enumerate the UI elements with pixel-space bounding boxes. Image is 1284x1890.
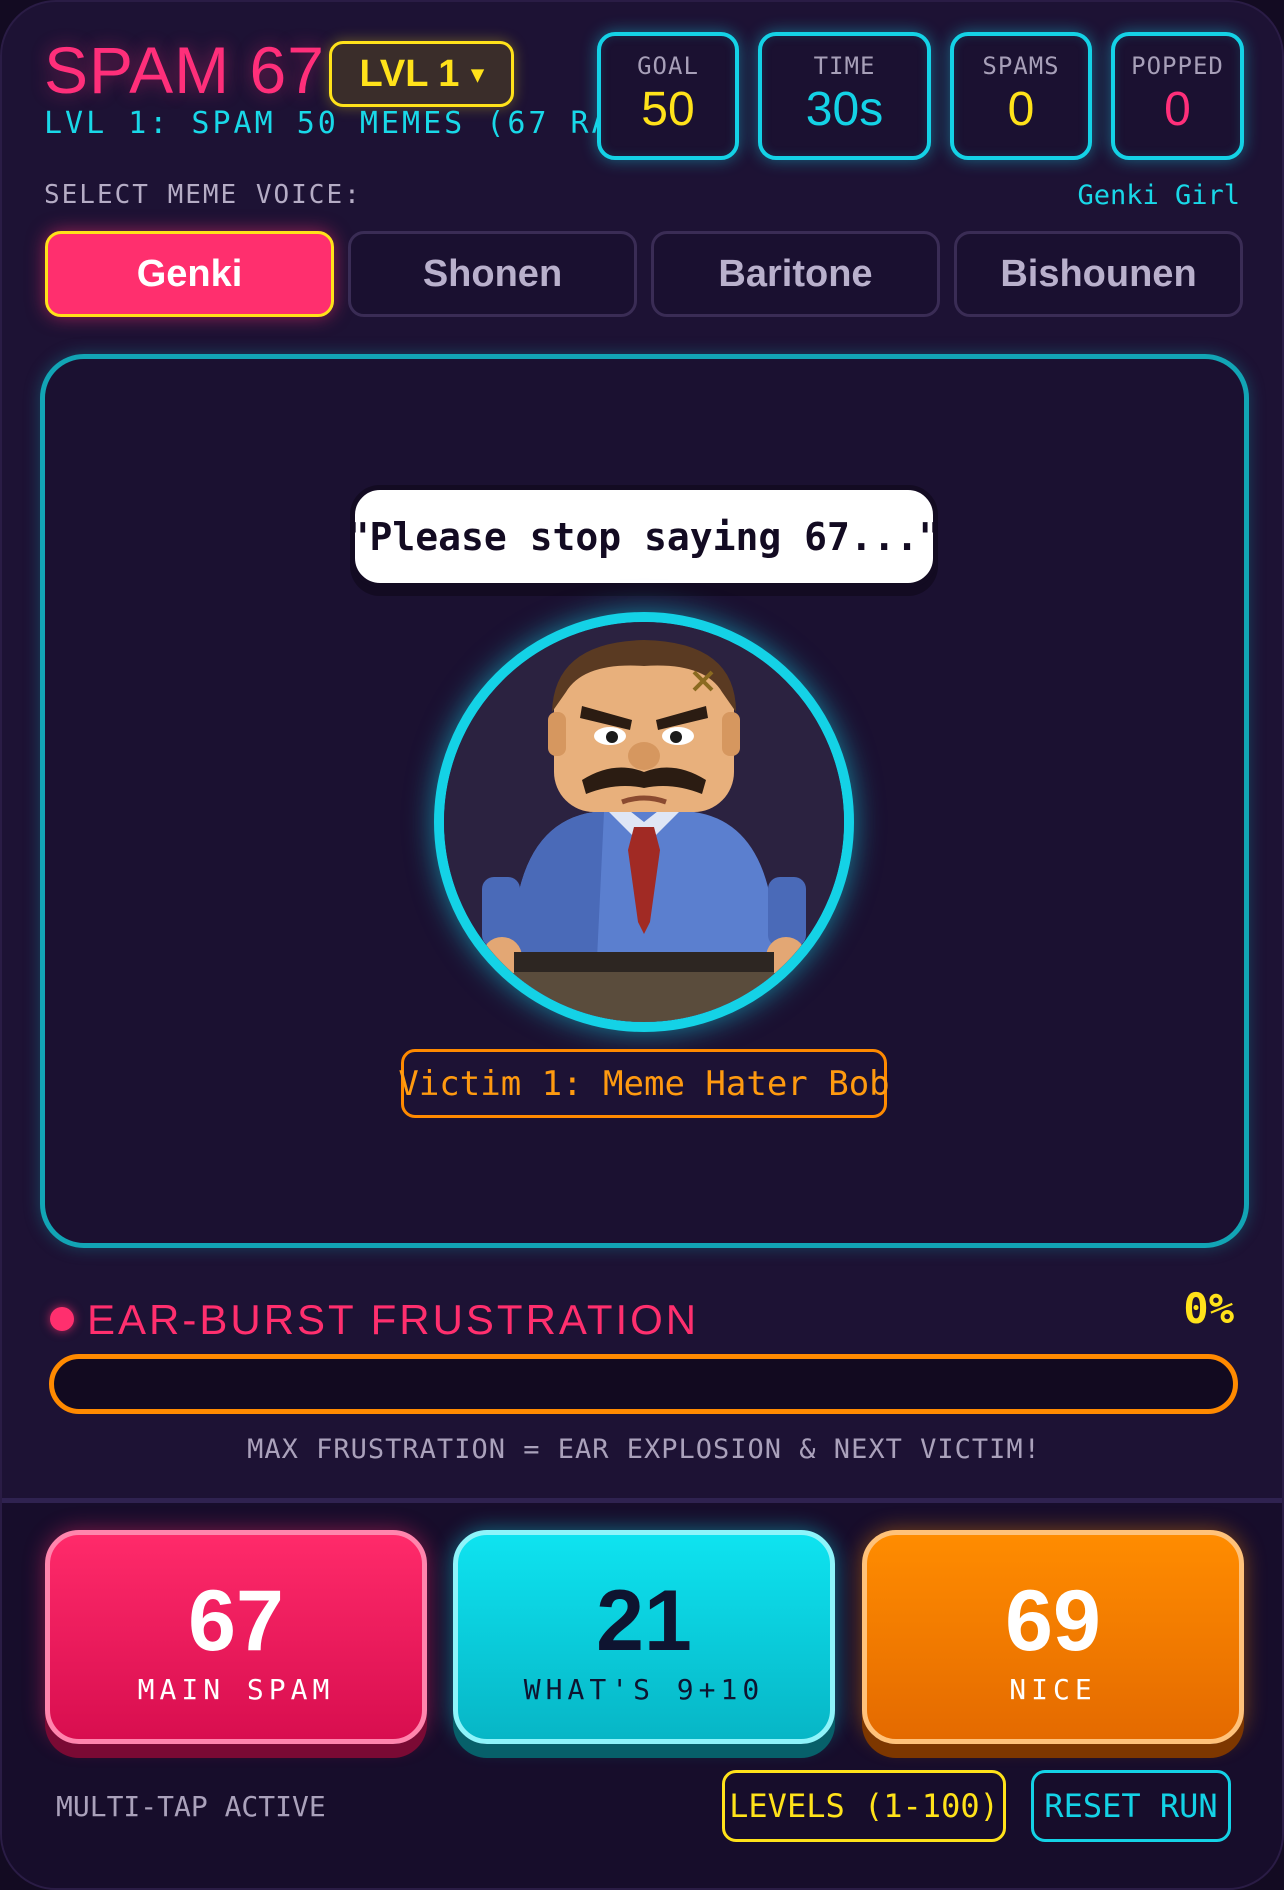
multi-tap-status: MULTI-TAP ACTIVE	[56, 1790, 326, 1823]
victim-avatar[interactable]	[434, 612, 854, 1032]
whats-9-plus-10-number: 21	[596, 1573, 692, 1669]
voice-label: SELECT MEME VOICE:	[44, 180, 362, 210]
main-spam-number: 67	[188, 1573, 284, 1669]
stat-spams: SPAMS 0	[950, 32, 1092, 160]
game-title: SPAM 67	[44, 33, 325, 107]
main-spam-label: MAIN SPAM	[137, 1673, 335, 1706]
frustration-title: EAR-BURST FRUSTRATION	[87, 1296, 700, 1343]
stat-goal-value: 50	[641, 83, 695, 136]
voice-current: Genki Girl	[1077, 180, 1240, 211]
whats-9-plus-10-button[interactable]: 21 WHAT'S 9+10	[453, 1530, 835, 1744]
stat-spams-value: 0	[1007, 83, 1035, 136]
angry-office-man-icon	[444, 622, 844, 1022]
reset-run-button[interactable]: RESET RUN	[1031, 1770, 1231, 1842]
frustration-indicator-dot	[50, 1307, 74, 1331]
victim-name-tag: Victim 1: Meme Hater Bob	[398, 1049, 890, 1118]
nice-label: NICE	[1009, 1673, 1097, 1706]
stat-spams-label: SPAMS	[982, 52, 1060, 80]
frustration-meter	[49, 1354, 1238, 1414]
chevron-down-icon: ▾	[471, 60, 484, 88]
game-screen: SPAM 67 LVL 1 ▾ LVL 1: SPAM 50 MEMES (67…	[0, 0, 1284, 1890]
stat-goal-label: GOAL	[637, 52, 699, 80]
stat-goal: GOAL 50	[597, 32, 739, 160]
voice-option-baritone[interactable]: Baritone	[651, 231, 940, 317]
stat-popped-label: POPPED	[1131, 52, 1224, 80]
main-spam-button[interactable]: 67 MAIN SPAM	[45, 1530, 427, 1744]
whats-9-plus-10-label: WHAT'S 9+10	[523, 1673, 765, 1706]
nice-number: 69	[1005, 1573, 1101, 1669]
stat-time-value: 30s	[805, 83, 884, 136]
level-select-label: LVL 1	[359, 52, 460, 95]
stat-time: TIME 30s	[758, 32, 931, 160]
stat-time-label: TIME	[813, 52, 876, 80]
levels-button[interactable]: LEVELS (1-100)	[722, 1770, 1006, 1842]
voice-option-shonen[interactable]: Shonen	[348, 231, 637, 317]
level-subtitle: LVL 1: SPAM 50 MEMES (67 RAGE)	[44, 106, 676, 141]
stat-popped-value: 0	[1164, 83, 1191, 136]
frustration-percent: 0%	[1183, 1284, 1234, 1333]
stat-popped: POPPED 0	[1111, 32, 1244, 160]
voice-option-genki[interactable]: Genki	[45, 231, 334, 317]
speech-bubble: "Please stop saying 67..."	[347, 485, 941, 588]
voice-option-bishounen[interactable]: Bishounen	[954, 231, 1243, 317]
level-select-button[interactable]: LVL 1 ▾	[329, 41, 514, 107]
nice-button[interactable]: 69 NICE	[862, 1530, 1244, 1744]
frustration-note: MAX FRUSTRATION = EAR EXPLOSION & NEXT V…	[247, 1434, 1041, 1465]
